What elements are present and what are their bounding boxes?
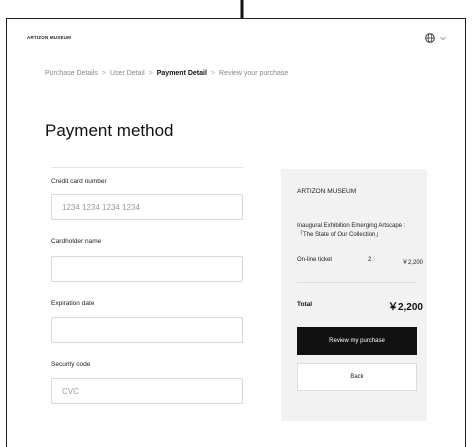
summary-museum-name: ARTIZON MUSEUM <box>297 188 357 195</box>
summary-total-value: ￥2,200 <box>387 302 423 313</box>
back-button[interactable]: Back <box>297 363 417 391</box>
card-number-input[interactable] <box>51 194 243 220</box>
summary-ticket-quantity: 2 <box>368 257 372 263</box>
breadcrumb-payment-detail: Payment Detail <box>156 70 207 77</box>
order-summary: ARTIZON MUSEUM Inaugural Exhibition Emer… <box>281 169 427 421</box>
security-code-input[interactable] <box>51 378 243 404</box>
breadcrumb: Purchase Details > User Detail > Payment Det… <box>45 70 288 77</box>
chevron-down-icon[interactable] <box>439 34 447 42</box>
card-number-label: Credit card number <box>51 178 107 185</box>
globe-icon[interactable] <box>425 33 435 43</box>
site-header: ARTIZON MUSEUM <box>7 19 465 57</box>
expiration-date-input[interactable] <box>51 317 243 343</box>
summary-exhibition-title: Inaugural Exhibition Emerging Artscape :… <box>297 223 406 238</box>
breadcrumb-review-purchase: Review your purchase <box>219 70 289 77</box>
cardholder-name-label: Cardholder name <box>51 238 102 245</box>
security-code-label: Security code <box>51 361 91 368</box>
summary-divider <box>297 282 417 283</box>
cardholder-name-input[interactable] <box>51 256 243 282</box>
divider <box>51 167 243 168</box>
summary-ticket-price: ￥2,200 <box>401 260 423 266</box>
browser-viewport: ARTIZON MUSEUM Purchase Details > User Det… <box>6 18 466 447</box>
page-title: Payment method <box>45 121 174 140</box>
breadcrumb-separator: > <box>210 70 216 77</box>
breadcrumb-purchase-details[interactable]: Purchase Details <box>45 70 98 77</box>
breadcrumb-user-detail[interactable]: User Detail <box>110 70 145 77</box>
summary-ticket-type: On-line ticket <box>297 257 333 263</box>
breadcrumb-separator: > <box>148 70 153 77</box>
summary-total-label: Total <box>297 301 313 308</box>
expiration-date-label: Expiration date <box>51 300 95 307</box>
breadcrumb-separator: > <box>101 70 107 77</box>
museum-logo[interactable]: ARTIZON MUSEUM <box>27 35 71 40</box>
review-purchase-button[interactable]: Review my purchase <box>297 327 417 355</box>
